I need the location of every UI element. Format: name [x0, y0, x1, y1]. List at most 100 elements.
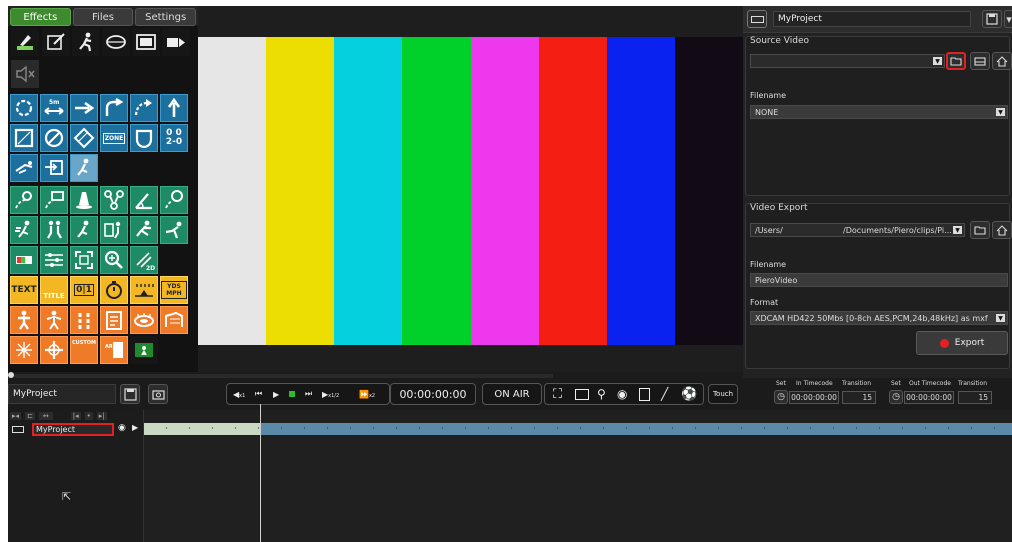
formation-icon[interactable]	[70, 306, 98, 334]
save-project-icon[interactable]	[120, 384, 140, 404]
transform-2d-icon[interactable]: 2D	[130, 246, 158, 274]
shield-icon[interactable]	[130, 124, 158, 152]
video-preview[interactable]	[198, 6, 743, 372]
color-picker-icon[interactable]	[10, 246, 38, 274]
custom-tool[interactable]: CUSTOM	[70, 336, 98, 364]
screen-path-icon[interactable]	[40, 186, 68, 214]
camera-snapshot-icon[interactable]	[148, 384, 168, 404]
measure-scale-icon[interactable]	[130, 276, 158, 304]
frame-in-icon[interactable]	[40, 154, 68, 182]
spotlight-icon[interactable]	[70, 186, 98, 214]
player-move-icon[interactable]	[10, 216, 38, 244]
export-button[interactable]: Export	[916, 331, 1008, 355]
speed-tool[interactable]: YDS MPH	[160, 276, 188, 304]
touch-button[interactable]: Touch	[708, 384, 738, 404]
trim-icon[interactable]: ▸◂	[10, 412, 22, 420]
step-forward-icon[interactable]: ⏭	[305, 389, 312, 399]
slow-forward-icon[interactable]: ▶x1/2	[322, 390, 339, 399]
prev-marker-icon[interactable]: |◂	[70, 412, 81, 420]
playhead-line[interactable]	[260, 404, 261, 542]
score-tool[interactable]: 0|1	[70, 276, 98, 304]
clipboard-icon[interactable]	[639, 387, 650, 401]
eye-icon[interactable]: ◉	[617, 387, 627, 401]
stopwatch-icon[interactable]	[100, 276, 128, 304]
save-icon[interactable]	[982, 10, 1002, 28]
draw-icon[interactable]	[11, 28, 39, 56]
set-in-clock-icon[interactable]: ◷	[774, 390, 788, 404]
export-home-button[interactable]	[992, 221, 1012, 239]
score-board-icon[interactable]: 0 0 2-0	[160, 124, 188, 152]
spark-icon[interactable]	[10, 336, 38, 364]
no-entry-icon[interactable]	[40, 124, 68, 152]
player-highlight-icon[interactable]	[70, 154, 98, 182]
tactic-board-icon[interactable]	[100, 306, 128, 334]
slide-player-icon[interactable]	[10, 154, 38, 182]
source-filename-select[interactable]: NONE ▼	[750, 105, 1008, 119]
next-marker-icon[interactable]: ▸|	[96, 412, 107, 420]
open-folder-button[interactable]	[946, 52, 966, 70]
sliders-icon[interactable]	[40, 246, 68, 274]
player-sprint-icon[interactable]	[130, 216, 158, 244]
players-pair-icon[interactable]	[40, 216, 68, 244]
in-timecode-field[interactable]: 00:00:00:00	[789, 391, 839, 404]
curved-arrow-icon[interactable]	[100, 94, 128, 122]
text-tool[interactable]: TEXT	[10, 276, 38, 304]
track-expand-icon[interactable]: ▶	[132, 423, 138, 432]
ball-path-icon[interactable]	[160, 186, 188, 214]
ellipse-icon[interactable]	[102, 28, 130, 56]
goal-net-icon[interactable]	[160, 306, 188, 334]
set-out-clock-icon[interactable]: ◷	[889, 390, 903, 404]
export-path-select[interactable]: /Users/ /Documents/Piero/clips/Pi... ▼	[750, 223, 965, 237]
fast-forward-icon[interactable]: ⏩x2	[359, 390, 375, 399]
player-tackle-icon[interactable]	[160, 216, 188, 244]
stop-icon[interactable]	[289, 391, 295, 397]
project-name-field[interactable]: MyProject	[773, 11, 971, 27]
track-visibility-eye-icon[interactable]: ◉	[118, 423, 126, 433]
export-open-folder-button[interactable]	[970, 221, 990, 239]
player-run-green-icon[interactable]	[70, 216, 98, 244]
track-clip[interactable]	[144, 423, 1012, 435]
dotted-curved-arrow-icon[interactable]	[130, 94, 158, 122]
search-icon[interactable]: ⚲	[597, 387, 606, 401]
green-screen-icon[interactable]	[130, 336, 158, 364]
arrow-up-icon[interactable]	[160, 94, 188, 122]
edit-pen-icon[interactable]	[42, 28, 70, 56]
film-icon[interactable]	[132, 28, 160, 56]
fullscreen-icon[interactable]: ⛶	[553, 387, 562, 402]
fit-width-icon[interactable]: ↔	[38, 412, 53, 420]
rewind-icon[interactable]: ◀x1	[233, 390, 245, 399]
stadium-icon[interactable]	[130, 306, 158, 334]
angle-icon[interactable]	[130, 186, 158, 214]
ar-player-icon[interactable]: AR	[100, 336, 128, 364]
focus-frame-icon[interactable]	[70, 246, 98, 274]
link-nodes-icon[interactable]	[100, 186, 128, 214]
zoom-icon[interactable]	[100, 246, 128, 274]
collapse-icon[interactable]: ▾	[1004, 10, 1012, 28]
drive-icon[interactable]	[747, 10, 767, 28]
project-name-display[interactable]: MyProject	[8, 384, 116, 404]
speaker-mute-icon[interactable]	[11, 60, 39, 88]
square-zone-icon[interactable]	[10, 124, 38, 152]
tab-files[interactable]: Files	[72, 8, 134, 26]
in-transition-field[interactable]: 15	[842, 391, 876, 404]
on-air-button[interactable]: ON AIR	[482, 383, 542, 405]
tab-settings[interactable]: Settings	[135, 8, 197, 26]
track-name-field[interactable]: MyProject	[32, 423, 114, 436]
out-transition-field[interactable]: 15	[958, 391, 992, 404]
forward-camera-icon[interactable]	[162, 28, 190, 56]
drive-button[interactable]	[970, 52, 990, 70]
out-timecode-field[interactable]: 00:00:00:00	[904, 391, 954, 404]
marker-icon[interactable]: •	[84, 412, 93, 420]
crosshair-icon[interactable]	[40, 336, 68, 364]
zone-label-icon[interactable]: ZONE	[100, 124, 128, 152]
tab-effects[interactable]: Effects	[10, 8, 71, 26]
home-button[interactable]	[992, 52, 1012, 70]
timeline-tracks[interactable]	[144, 404, 1012, 542]
diamond-zone-icon[interactable]	[70, 124, 98, 152]
source-video-select[interactable]: ▼	[750, 54, 945, 68]
body-muscle-icon[interactable]	[10, 306, 38, 334]
circle-dotted-icon[interactable]	[10, 94, 38, 122]
window-icon[interactable]	[575, 388, 589, 400]
magnet-icon[interactable]: ⊏	[25, 412, 35, 420]
player-run-icon[interactable]	[72, 28, 100, 56]
